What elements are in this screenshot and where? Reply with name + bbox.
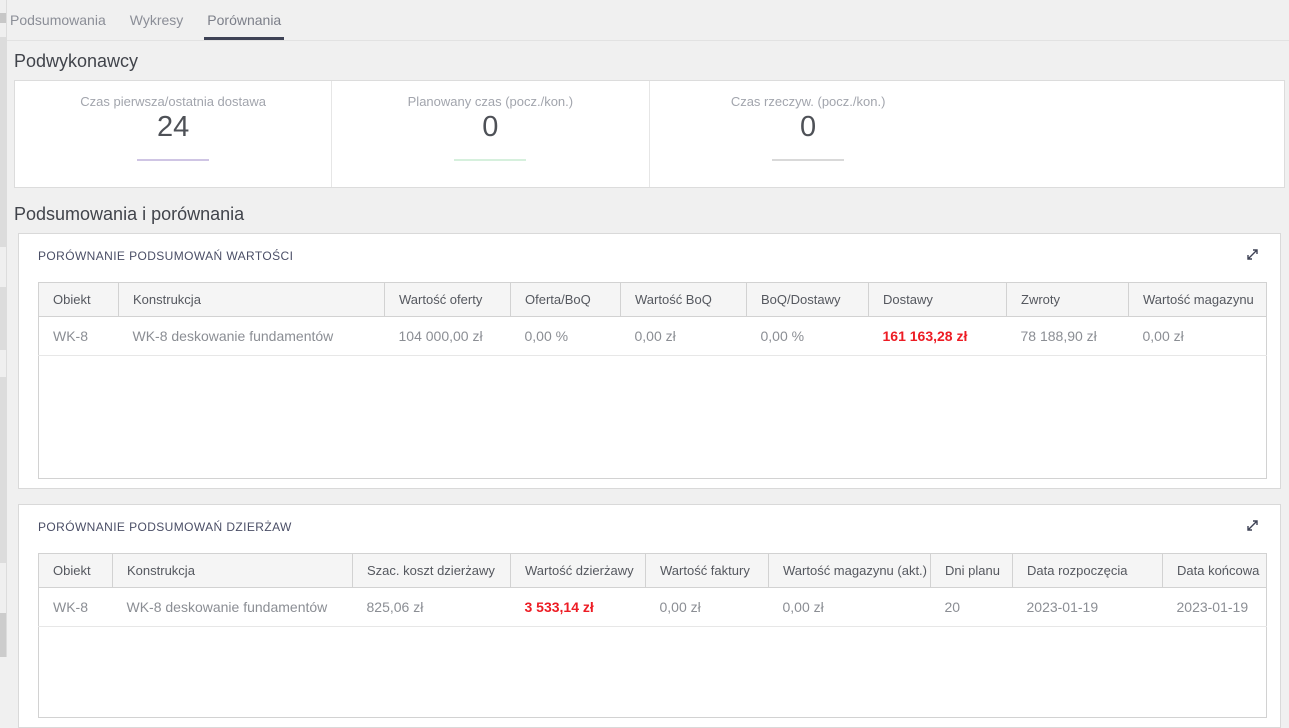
table-empty-area (39, 356, 1267, 479)
column-header-dostawy[interactable]: Dostawy (869, 283, 1007, 317)
panel-header: PORÓWNANIE PODSUMOWAŃ DZIERŻAW (38, 518, 1261, 536)
panel-title: PORÓWNANIE PODSUMOWAŃ WARTOŚCI (38, 247, 293, 263)
stat-value: 0 (332, 111, 648, 144)
cell-obiekt: WK-8 (39, 317, 119, 356)
cell-oferta-boq: 0,00 % (511, 317, 621, 356)
stat-accent-underline (454, 159, 526, 161)
stat-empty-column (967, 81, 1284, 187)
left-edge-segment (0, 613, 6, 657)
stat-accent-underline (772, 159, 844, 161)
column-header-obiekt[interactable]: Obiekt (39, 554, 113, 588)
table-row[interactable]: WK-8 WK-8 deskowanie fundamentów 825,06 … (39, 588, 1267, 627)
stat-value: 0 (650, 111, 967, 144)
stat-accent-underline (137, 159, 209, 161)
cell-zwroty: 78 188,90 zł (1007, 317, 1129, 356)
left-edge-strip (0, 0, 7, 657)
cell-obiekt: WK-8 (39, 588, 113, 627)
cell-data-koncowa: 2023-01-19 (1163, 588, 1267, 627)
cell-dostawy-highlighted: 161 163,28 zł (869, 317, 1007, 356)
column-header-wartosc-faktury[interactable]: Wartość faktury (646, 554, 769, 588)
stat-actual-time: Czas rzeczyw. (pocz./kon.) 0 (650, 81, 967, 187)
column-header-konstrukcja[interactable]: Konstrukcja (113, 554, 353, 588)
column-header-boq-dostawy[interactable]: BoQ/Dostawy (747, 283, 869, 317)
cell-dni-planu: 20 (931, 588, 1013, 627)
table-row[interactable]: WK-8 WK-8 deskowanie fundamentów 104 000… (39, 317, 1267, 356)
cell-konstrukcja: WK-8 deskowanie fundamentów (119, 317, 385, 356)
stat-value: 24 (15, 111, 331, 144)
stat-label: Planowany czas (pocz./kon.) (332, 94, 648, 109)
cell-boq-dostawy: 0,00 % (747, 317, 869, 356)
expand-button[interactable] (1243, 247, 1261, 265)
stat-label: Czas pierwsza/ostatnia dostawa (15, 94, 331, 109)
panel-title: PORÓWNANIE PODSUMOWAŃ DZIERŻAW (38, 518, 292, 534)
column-header-wartosc-magazynu[interactable]: Wartość magazynu (1129, 283, 1267, 317)
column-header-data-koncowa[interactable]: Data końcowa (1163, 554, 1267, 588)
section-title-podwykonawcy: Podwykonawcy (14, 51, 1289, 72)
cell-wartosc-dzierzawy-highlighted: 3 533,14 zł (511, 588, 646, 627)
tab-bar: Podsumowania Wykresy Porównania (7, 0, 1289, 41)
column-header-wartosc-magazynu-akt[interactable]: Wartość magazynu (akt.) (769, 554, 931, 588)
page: Podsumowania Wykresy Porównania Podwykon… (0, 0, 1289, 728)
cell-wartosc-magazynu: 0,00 zł (1129, 317, 1267, 356)
tab-podsumowania[interactable]: Podsumowania (7, 0, 109, 40)
column-header-szac-koszt-dzierzawy[interactable]: Szac. koszt dzierżawy (353, 554, 511, 588)
cell-wartosc-boq: 0,00 zł (621, 317, 747, 356)
left-edge-segment (0, 287, 6, 350)
stat-first-last-delivery: Czas pierwsza/ostatnia dostawa 24 (15, 81, 332, 187)
cell-data-rozpoczecia: 2023-01-19 (1013, 588, 1163, 627)
tab-wykresy[interactable]: Wykresy (127, 0, 187, 40)
column-header-zwroty[interactable]: Zwroty (1007, 283, 1129, 317)
tab-porownania[interactable]: Porównania (204, 0, 284, 40)
expand-icon (1245, 518, 1260, 536)
table-header-row: Obiekt Konstrukcja Szac. koszt dzierżawy… (39, 554, 1267, 588)
values-comparison-table: Obiekt Konstrukcja Wartość oferty Oferta… (38, 282, 1267, 479)
left-edge-segment (0, 13, 6, 23)
column-header-dni-planu[interactable]: Dni planu (931, 554, 1013, 588)
lease-comparison-table: Obiekt Konstrukcja Szac. koszt dzierżawy… (38, 553, 1267, 718)
left-edge-segment (0, 37, 6, 247)
table-empty-area (39, 627, 1267, 718)
expand-button[interactable] (1243, 518, 1261, 536)
cell-szac-koszt-dzierzawy: 825,06 zł (353, 588, 511, 627)
column-header-wartosc-oferty[interactable]: Wartość oferty (385, 283, 511, 317)
panel-header: PORÓWNANIE PODSUMOWAŃ WARTOŚCI (38, 247, 1261, 265)
section-title-porownania: Podsumowania i porównania (14, 204, 1289, 225)
panel-lease-comparison: PORÓWNANIE PODSUMOWAŃ DZIERŻAW Obiekt Ko… (18, 504, 1281, 728)
left-edge-segment (0, 377, 6, 563)
stat-planned-time: Planowany czas (pocz./kon.) 0 (332, 81, 649, 187)
column-header-wartosc-boq[interactable]: Wartość BoQ (621, 283, 747, 317)
subcontractors-stats-card: Czas pierwsza/ostatnia dostawa 24 Planow… (14, 80, 1285, 188)
column-header-obiekt[interactable]: Obiekt (39, 283, 119, 317)
cell-wartosc-magazynu-akt: 0,00 zł (769, 588, 931, 627)
column-header-oferta-boq[interactable]: Oferta/BoQ (511, 283, 621, 317)
column-header-wartosc-dzierzawy[interactable]: Wartość dzierżawy (511, 554, 646, 588)
expand-icon (1245, 247, 1260, 265)
cell-wartosc-oferty: 104 000,00 zł (385, 317, 511, 356)
stat-label: Czas rzeczyw. (pocz./kon.) (650, 94, 967, 109)
column-header-konstrukcja[interactable]: Konstrukcja (119, 283, 385, 317)
panel-values-comparison: PORÓWNANIE PODSUMOWAŃ WARTOŚCI Obiekt Ko… (18, 233, 1281, 489)
column-header-data-rozpoczecia[interactable]: Data rozpoczęcia (1013, 554, 1163, 588)
cell-wartosc-faktury: 0,00 zł (646, 588, 769, 627)
cell-konstrukcja: WK-8 deskowanie fundamentów (113, 588, 353, 627)
table-header-row: Obiekt Konstrukcja Wartość oferty Oferta… (39, 283, 1267, 317)
